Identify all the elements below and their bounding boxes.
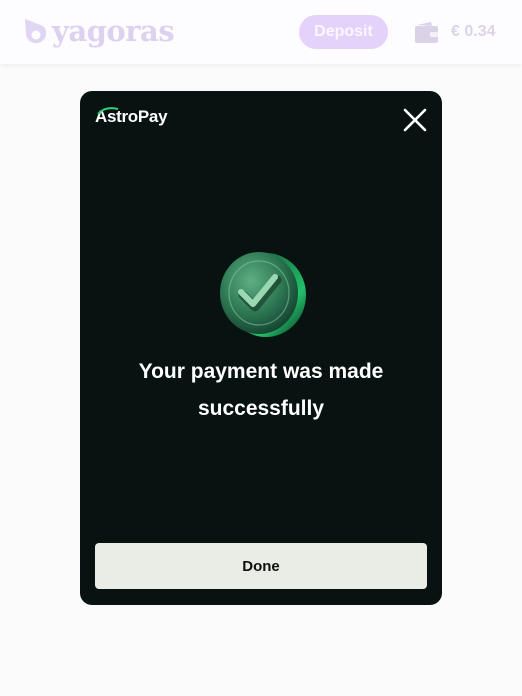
astropay-swoosh-icon xyxy=(97,107,119,115)
balance-amount: € 0.34 xyxy=(451,23,496,40)
check-coin-icon xyxy=(220,252,306,337)
deposit-button[interactable]: Deposit xyxy=(299,15,388,49)
top-header: yagoras Deposit € 0.34 xyxy=(0,0,522,64)
astropay-logo: AstroPay xyxy=(95,105,168,129)
yagoras-logo[interactable]: yagoras xyxy=(23,14,175,48)
logo-text: yagoras xyxy=(52,14,175,48)
payment-success-modal: AstroPay Your payment was made successfu… xyxy=(80,91,442,605)
close-icon[interactable] xyxy=(402,107,428,133)
success-message: Your payment was made successfully xyxy=(138,360,384,420)
wallet-icon[interactable] xyxy=(414,20,439,44)
done-button[interactable]: Done xyxy=(95,543,427,589)
logo-mark-icon xyxy=(25,19,47,44)
